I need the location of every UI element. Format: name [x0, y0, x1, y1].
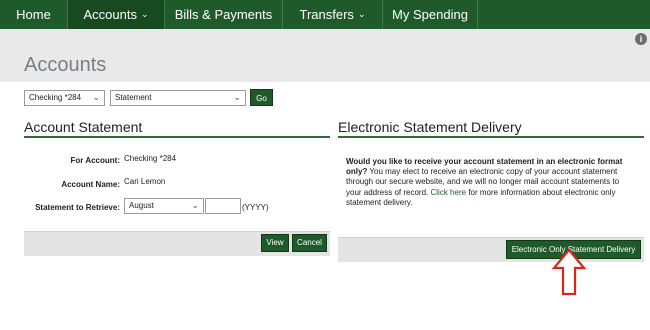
chevron-down-icon: ⌄ [357, 9, 366, 19]
account-statement-heading: Account Statement [24, 119, 143, 135]
cancel-button[interactable]: Cancel [292, 234, 327, 252]
view-button[interactable]: View [261, 234, 289, 252]
account-select[interactable]: Checking *284 ⌄ [24, 90, 105, 106]
click-here-link[interactable]: Click here [431, 188, 467, 197]
page-title: Accounts [24, 54, 107, 76]
nav-home-label: Home [16, 7, 51, 22]
month-select-value: August [129, 201, 154, 210]
nav-bills-payments[interactable]: Bills & Payments [165, 0, 283, 29]
nav-spending-label: My Spending [392, 7, 468, 22]
go-button[interactable]: Go [250, 89, 273, 106]
nav-transfers[interactable]: Transfers ⌄ [283, 0, 383, 29]
account-select-value: Checking *284 [29, 93, 82, 102]
nav-accounts[interactable]: Accounts ⌄ [68, 0, 165, 29]
section-divider [24, 136, 330, 138]
electronic-delivery-text: Would you like to receive your account s… [346, 157, 636, 208]
for-account-value: Checking *284 [124, 154, 177, 163]
electronic-delivery-heading: Electronic Statement Delivery [338, 119, 522, 135]
for-account-label: For Account: [70, 156, 120, 165]
nav-bills-label: Bills & Payments [174, 7, 273, 22]
nav-transfers-label: Transfers [299, 7, 354, 22]
nav-my-spending[interactable]: My Spending [383, 0, 478, 29]
account-name-value: Cari Lemon [124, 177, 166, 186]
document-select[interactable]: Statement ⌄ [110, 90, 246, 106]
chevron-down-icon: ⌄ [191, 200, 199, 210]
info-icon[interactable]: i [635, 33, 647, 45]
nav-home[interactable]: Home [0, 0, 68, 29]
chevron-down-icon: ⌄ [233, 92, 241, 102]
document-select-value: Statement [115, 93, 152, 102]
chevron-down-icon: ⌄ [92, 92, 100, 102]
year-input[interactable] [205, 198, 241, 214]
top-nav: Home Accounts ⌄ Bills & Payments Transfe… [0, 0, 650, 29]
annotation-arrow-icon [551, 248, 587, 296]
statement-retrieve-label: Statement to Retrieve: [35, 203, 120, 212]
account-name-label: Account Name: [61, 180, 120, 189]
chevron-down-icon: ⌄ [140, 9, 149, 19]
nav-accounts-label: Accounts [83, 7, 137, 22]
section-divider [338, 136, 644, 138]
year-format-hint: (YYYY) [242, 203, 269, 212]
month-select[interactable]: August ⌄ [124, 198, 204, 214]
